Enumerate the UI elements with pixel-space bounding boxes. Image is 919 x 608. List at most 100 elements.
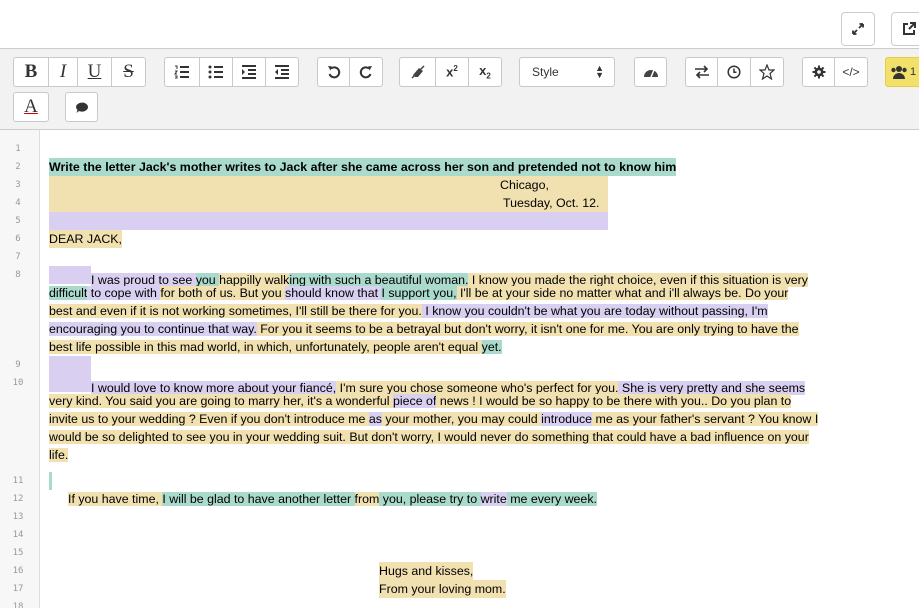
star-icon xyxy=(759,64,775,80)
line-number: 1 xyxy=(15,144,21,154)
text-run: For you it seems to be a betrayal but do… xyxy=(256,322,799,336)
letter-date: Tuesday, Oct. 12. xyxy=(503,196,600,210)
cursor-mark xyxy=(49,472,52,490)
indent-icon xyxy=(241,65,257,79)
undo-icon xyxy=(327,65,341,79)
italic-icon: I xyxy=(59,61,67,82)
line-number: 7 xyxy=(15,252,21,262)
text-run: me as your father's servant ? You know I xyxy=(592,412,819,426)
letter-paragraph-3: If you have time, I will be glad to have… xyxy=(49,490,917,508)
strikethrough-icon: S xyxy=(123,61,134,82)
text-run: encouraging you to continue that way. xyxy=(49,322,257,336)
letter-closing: Hugs and kisses, xyxy=(379,562,474,580)
highlight-band xyxy=(49,212,608,230)
text-run: to cope with xyxy=(87,286,161,300)
bold-button[interactable]: B xyxy=(13,57,49,87)
superscript-button[interactable]: x2 xyxy=(436,57,469,87)
expand-icon xyxy=(851,22,865,36)
text-run: life. xyxy=(49,448,69,462)
text-run: your mother, you may could xyxy=(381,412,542,426)
line-number: 10 xyxy=(12,378,24,388)
outdent-icon xyxy=(274,65,290,79)
text-run: would be so delighted to see you in your… xyxy=(49,430,809,444)
undo-button[interactable] xyxy=(317,57,350,87)
external-link-icon xyxy=(901,21,917,37)
text-color-button[interactable]: A xyxy=(13,92,49,122)
exchange-icon xyxy=(694,65,710,79)
bullet-list-button[interactable] xyxy=(200,57,233,87)
letter-place: Chicago, xyxy=(500,178,549,192)
ordered-list-icon xyxy=(174,65,190,79)
underline-button[interactable]: U xyxy=(78,57,112,87)
text-run: yet. xyxy=(481,340,502,354)
eraser-icon xyxy=(410,65,426,79)
text-run: invite us to your wedding ? Even if you … xyxy=(49,412,369,426)
text-run: for both of us. But you xyxy=(160,286,286,300)
text-run: I'll be at your side no matter what and … xyxy=(456,286,789,300)
subscript-icon: x2 xyxy=(479,63,491,81)
text-run: you, please try to xyxy=(379,492,481,506)
ordered-list-button[interactable] xyxy=(164,57,200,87)
switch-button[interactable] xyxy=(685,57,718,87)
fullscreen-button[interactable] xyxy=(841,12,875,46)
text-editor[interactable]: 1 2 3 4 5 6 7 8 9 10 11 12 13 14 15 16 1… xyxy=(0,130,919,608)
bullet-list-icon xyxy=(208,65,224,79)
highlight-band xyxy=(49,356,91,374)
indent-button[interactable] xyxy=(233,57,266,87)
subscript-button[interactable]: x2 xyxy=(469,57,502,87)
users-icon xyxy=(890,65,908,79)
source-code-button[interactable]: </> xyxy=(835,57,868,87)
line-number: 2 xyxy=(15,162,21,172)
text-run: best life possible in this mad world, in… xyxy=(49,340,482,354)
line-number: 11 xyxy=(12,476,24,486)
letter-greeting: DEAR JACK, xyxy=(49,230,122,248)
settings-button[interactable] xyxy=(802,57,835,87)
comment-icon xyxy=(75,101,89,114)
text-run: should know that xyxy=(285,286,382,300)
text-run: I support you, xyxy=(381,286,457,300)
letter-signature: From your loving mom. xyxy=(379,580,506,598)
text-run: If you have time, xyxy=(68,492,163,506)
line-number-gutter: 1 2 3 4 5 6 7 8 9 10 11 12 13 14 15 16 1… xyxy=(0,130,40,608)
history-button[interactable] xyxy=(718,57,751,87)
style-select[interactable]: Style ▲ ▼ xyxy=(519,57,615,87)
dashboard-button[interactable] xyxy=(634,57,667,87)
top-bar xyxy=(0,0,919,48)
redo-icon xyxy=(359,65,373,79)
line-number: 18 xyxy=(12,602,24,608)
users-count: 1 xyxy=(910,66,917,78)
letter-paragraph-1: I was proud to see you happilly walking … xyxy=(49,266,917,356)
line-number: 6 xyxy=(15,234,21,244)
text-run: news ! I would be so happy to be there w… xyxy=(436,394,792,408)
text-run: I know you couldn't be what you are toda… xyxy=(421,304,768,318)
superscript-icon: x2 xyxy=(446,64,458,80)
style-select-label: Style xyxy=(532,65,559,79)
line-number: 17 xyxy=(12,584,24,594)
line-number: 13 xyxy=(12,512,24,522)
comment-button[interactable] xyxy=(65,92,98,122)
open-external-button[interactable] xyxy=(891,12,919,46)
text-run: as xyxy=(368,412,382,426)
outdent-button[interactable] xyxy=(266,57,299,87)
line-number: 14 xyxy=(12,530,24,540)
line-number: 4 xyxy=(15,198,21,208)
clear-format-button[interactable] xyxy=(399,57,436,87)
dashboard-icon xyxy=(643,65,659,79)
code-icon: </> xyxy=(842,65,860,79)
favorite-button[interactable] xyxy=(751,57,784,87)
line-number: 16 xyxy=(12,566,24,576)
line-number: 3 xyxy=(15,180,21,190)
italic-button[interactable]: I xyxy=(49,57,78,87)
text-run: very kind. You said you are going to mar… xyxy=(49,394,393,408)
select-arrows-icon: ▲ ▼ xyxy=(595,63,604,80)
letter-paragraph-2: I would love to know more about your fia… xyxy=(49,374,917,464)
text-run: introduce xyxy=(541,412,593,426)
text-run: write xyxy=(480,492,507,506)
redo-button[interactable] xyxy=(350,57,383,87)
text-run: I will be glad to have another letter xyxy=(162,492,355,506)
strikethrough-button[interactable]: S xyxy=(112,57,146,87)
document-title: Write the letter Jack's mother writes to… xyxy=(49,158,677,176)
underline-icon: U xyxy=(87,61,102,82)
users-button[interactable]: 1 xyxy=(885,57,919,87)
text-run: difficult xyxy=(49,286,88,300)
